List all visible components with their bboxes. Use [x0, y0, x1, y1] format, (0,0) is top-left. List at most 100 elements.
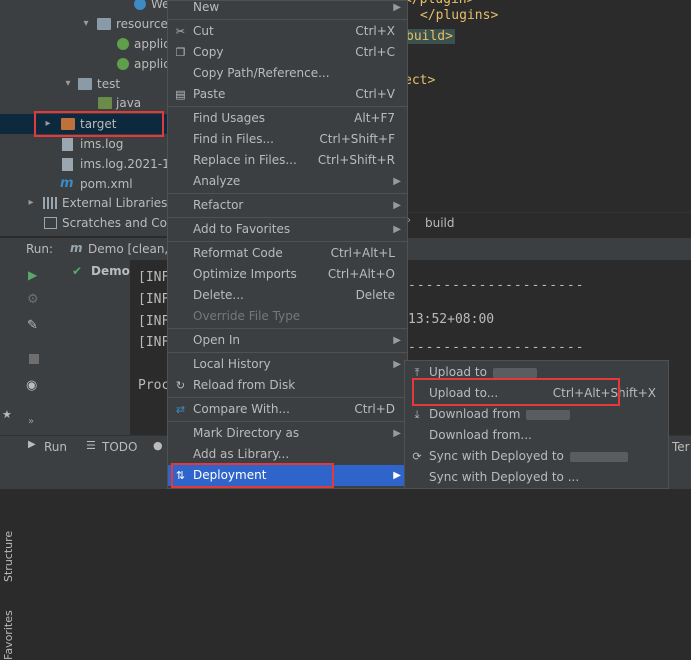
run-config-tab[interactable]: Demo [clean,p [88, 242, 176, 256]
spring-config-icon [117, 38, 129, 50]
reload-icon: ↻ [175, 379, 186, 392]
submenu-item-sync-with-deployed-dialog[interactable]: Sync with Deployed to ... [405, 467, 668, 488]
menu-item-find-usages[interactable]: Find Usages Alt+F7 [168, 108, 407, 129]
chevron-right-icon: ▶ [393, 2, 401, 13]
tree-item[interactable]: We [0, 0, 168, 14]
menu-separator [168, 19, 407, 20]
menu-item-reload-from-disk[interactable]: ↻ Reload from Disk [168, 375, 407, 396]
folder-icon [78, 78, 92, 90]
eye-icon[interactable]: ◉ [26, 378, 37, 393]
menu-item-analyze[interactable]: Analyze ▶ [168, 171, 407, 192]
structure-tab[interactable]: Structure [2, 531, 15, 582]
menu-separator [168, 193, 407, 194]
menu-item-paste[interactable]: ▤ Paste Ctrl+V [168, 84, 407, 105]
problems-icon[interactable]: ● [153, 439, 163, 452]
menu-item-copy[interactable]: ❐ Copy Ctrl+C [168, 42, 407, 63]
wrench-icon[interactable]: ✎ [27, 318, 38, 333]
menu-item-add-as-library[interactable]: Add as Library... [168, 444, 407, 465]
download-icon: ⤓ [414, 408, 420, 421]
menu-item-cut[interactable]: ✂ Cut Ctrl+X [168, 21, 407, 42]
menu-separator [168, 217, 407, 218]
scissors-icon: ✂ [175, 25, 186, 38]
menu-separator [168, 241, 407, 242]
menu-item-copy-path[interactable]: Copy Path/Reference... [168, 63, 407, 84]
menu-item-refactor[interactable]: Refactor ▶ [168, 195, 407, 216]
chevron-right-icon: ▶ [393, 470, 401, 481]
menu-item-override-file-type: Override File Type [193, 309, 301, 323]
submenu-item-download-from-dialog[interactable]: Download from... [405, 425, 668, 446]
scratches-icon [44, 217, 57, 229]
more-icon[interactable]: » [28, 416, 34, 427]
submenu-item-download-from[interactable]: ⤓ Download from [405, 404, 668, 425]
debug-icon[interactable]: ⚙ [27, 292, 39, 307]
terminal-tool-tab[interactable]: Ter [672, 440, 690, 454]
chevron-right-icon: ▶ [393, 428, 401, 439]
code-line: build> [404, 29, 455, 44]
tree-item[interactable]: ▾ resource [0, 14, 168, 34]
menu-item-local-history[interactable]: Local History ▶ [168, 354, 407, 375]
tree-item[interactable]: applic [0, 34, 168, 54]
breadcrumb-item[interactable]: build [425, 216, 455, 230]
chevron-down-icon[interactable]: ▾ [80, 14, 92, 34]
chevron-right-icon: ▶ [393, 359, 401, 370]
menu-item-delete[interactable]: Delete... Delete [168, 285, 407, 306]
todo-tool-tab[interactable]: TODO [102, 440, 137, 454]
test-folder-icon [98, 97, 112, 109]
tree-item[interactable]: Scratches and Cor [0, 213, 168, 233]
check-icon: ✔ [72, 264, 83, 278]
tree-item[interactable]: ▸ External Libraries [0, 193, 168, 213]
menu-separator [168, 397, 407, 398]
menu-item-replace-in-files[interactable]: Replace in Files... Ctrl+Shift+R [168, 150, 407, 171]
tree-item[interactable]: applic [0, 54, 168, 74]
list-icon: ☰ [86, 439, 96, 452]
folder-icon [97, 18, 111, 30]
run-tool-tab[interactable]: Run [44, 440, 67, 454]
side-tool-strip: Structure Favorites ★ [0, 260, 19, 660]
submenu-item-sync-with-deployed[interactable]: ⟳ Sync with Deployed to [405, 446, 668, 467]
stop-icon[interactable] [29, 354, 39, 364]
chevron-right-icon: ▶ [393, 224, 401, 235]
libraries-icon [43, 197, 57, 209]
code-line: ect> [404, 73, 436, 88]
code-line: </plugins> [420, 8, 499, 23]
paste-icon: ▤ [175, 88, 186, 101]
run-tree-item[interactable]: Demo [91, 264, 130, 278]
chevron-down-icon[interactable]: ▾ [62, 74, 74, 94]
chevron-right-icon[interactable]: ▸ [25, 193, 37, 213]
menu-item-compare-with[interactable]: ⇄ Compare With... Ctrl+D [168, 399, 407, 420]
menu-item-add-to-favorites[interactable]: Add to Favorites ▶ [168, 219, 407, 240]
favorites-tab[interactable]: Favorites [2, 610, 15, 660]
chevron-right-icon: ▶ [393, 176, 401, 187]
tree-item[interactable]: ims.log.2021-12 [0, 154, 168, 174]
chevron-right-icon: ▶ [393, 335, 401, 346]
menu-item-open-in[interactable]: Open In ▶ [168, 330, 407, 351]
play-icon: ▶ [28, 439, 36, 450]
menu-item-mark-directory-as[interactable]: Mark Directory as ▶ [168, 423, 407, 444]
run-tab-label: Run: [26, 242, 54, 256]
tree-item[interactable]: ims.log [0, 134, 168, 154]
file-icon [62, 158, 73, 171]
menu-item-new[interactable]: New ▶ [168, 0, 407, 18]
tree-item[interactable]: m pom.xml [0, 174, 168, 194]
menu-item-optimize-imports[interactable]: Optimize Imports Ctrl+Alt+O [168, 264, 407, 285]
tree-item[interactable]: ▾ test [0, 74, 168, 94]
sync-icon: ⟳ [412, 450, 422, 463]
redacted-server-name [526, 409, 571, 420]
file-icon [62, 138, 73, 151]
rerun-icon[interactable]: ▶ [28, 268, 37, 282]
redacted-server-name [492, 367, 537, 378]
annotation-box-target [34, 111, 164, 137]
menu-item-find-in-files[interactable]: Find in Files... Ctrl+Shift+F [168, 129, 407, 150]
menu-item-reformat-code[interactable]: Reformat Code Ctrl+Alt+L [168, 243, 407, 264]
star-icon[interactable]: ★ [2, 408, 12, 421]
redacted-server-name [569, 451, 628, 462]
context-menu: New ▶ ✂ Cut Ctrl+X ❐ Copy Ctrl+C Copy Pa… [167, 0, 408, 489]
annotation-box-deployment [171, 463, 334, 488]
menu-separator [168, 421, 407, 422]
breadcrumb: › build [400, 212, 691, 235]
menu-separator [168, 328, 407, 329]
tree-item[interactable]: java [0, 93, 168, 113]
run-actions: ▶ ⚙ ✎ ◉ » [18, 260, 48, 435]
copy-icon: ❐ [175, 46, 186, 59]
maven-icon: m [60, 176, 74, 191]
